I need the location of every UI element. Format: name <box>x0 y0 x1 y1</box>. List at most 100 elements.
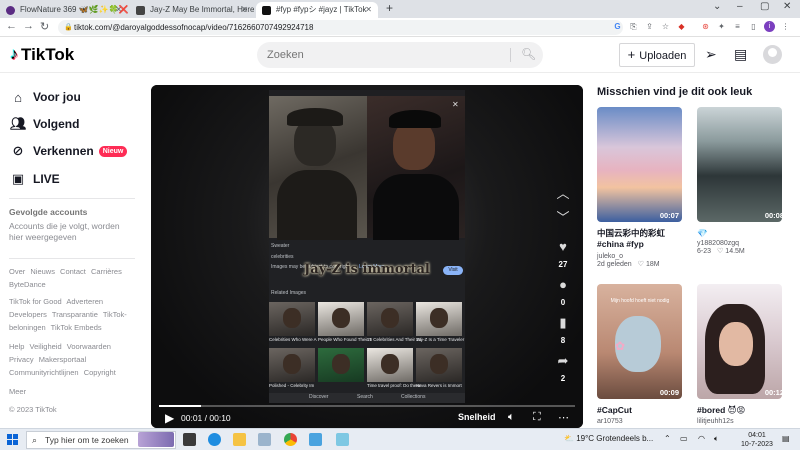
progress-bar[interactable] <box>159 405 575 407</box>
more-options-icon[interactable]: ⋯ <box>558 411 569 424</box>
close-tab-icon[interactable]: ✕ <box>115 2 122 18</box>
previous-video-chevron-icon[interactable]: ︿ <box>554 183 572 202</box>
sidebar-divider <box>9 198 135 199</box>
search-input[interactable] <box>267 46 507 64</box>
footer-link[interactable]: Privacy <box>9 355 34 364</box>
inbox-icon[interactable]: ▤ <box>734 46 747 63</box>
wifi-icon[interactable]: ◠ <box>698 434 705 443</box>
video-thumbnail[interactable] <box>697 284 782 399</box>
footer-link[interactable]: Over <box>9 267 25 276</box>
tab-jayz-article[interactable]: Jay-Z May Be Immortal, Here He ✕ <box>130 2 254 18</box>
volume-icon[interactable]: 🔈︎ <box>714 434 719 444</box>
video-player[interactable]: ✕ Sweater celebrities Images may be subj… <box>151 85 583 428</box>
network-icon[interactable]: ▭ <box>680 434 688 443</box>
back-arrow-icon[interactable]: ← <box>6 20 17 32</box>
footer-link[interactable]: Contact <box>60 267 86 276</box>
next-video-chevron-icon[interactable]: ﹀ <box>554 207 572 226</box>
volume-icon[interactable]: 🔈︎ <box>508 411 515 424</box>
upload-button[interactable]: + Uploaden <box>619 43 695 67</box>
footer-link[interactable]: Veiligheid <box>30 342 62 351</box>
address-bar[interactable]: 🔒 tiktok.com/@daroyalgoddessofnocap/vide… <box>58 20 623 35</box>
author-name[interactable]: juleko_o <box>597 253 623 260</box>
footer-link[interactable]: Nieuws <box>30 267 55 276</box>
bookmark-icon[interactable]: ▮ <box>554 315 572 331</box>
close-tab-icon[interactable]: ✕ <box>365 2 372 18</box>
footer-link[interactable]: Voorwaarden <box>67 342 111 351</box>
windows-start-icon[interactable] <box>7 434 18 445</box>
comment-icon[interactable]: ● <box>554 277 572 292</box>
chrome-icon[interactable] <box>284 433 297 446</box>
user-avatar[interactable] <box>763 45 782 64</box>
maximize-icon[interactable]: ▢ <box>760 1 769 12</box>
video-duration: 00:12 <box>764 388 784 397</box>
browser-menu-icon[interactable]: ⋮ <box>780 21 791 32</box>
task-view-icon[interactable] <box>183 433 196 446</box>
system-clock[interactable]: 04:01 10-7-2023 <box>740 431 774 449</box>
tab-flownature[interactable]: FlowNature 369 🦋🌿✨🍀❌🦋 ✕ <box>0 2 128 18</box>
like-heart-icon[interactable]: ♥ <box>554 239 572 254</box>
notifications-icon[interactable]: ▤ <box>782 434 790 443</box>
app-icon[interactable] <box>258 433 271 446</box>
tab-tiktok[interactable]: #fyp #fypシ #jayz | TikTok ✕ <box>256 2 378 18</box>
fullscreen-icon[interactable]: ⛶ <box>533 411 541 424</box>
new-tab-button[interactable]: + <box>386 1 393 15</box>
author-name[interactable]: lilitjeuhh12s <box>697 418 734 425</box>
play-icon[interactable]: ▶ <box>165 411 174 425</box>
browser-profile-avatar[interactable]: i <box>764 21 775 32</box>
extension-icon[interactable]: ◆ <box>676 21 687 32</box>
footer-link[interactable]: Carrières <box>91 267 122 276</box>
author-name[interactable]: ar10753 <box>597 418 623 425</box>
video-thumbnail[interactable] <box>597 107 682 222</box>
mail-icon[interactable] <box>309 433 322 446</box>
extension-red-icon[interactable]: ⊛ <box>700 21 711 32</box>
lock-icon: 🔒 <box>64 24 73 31</box>
author-name[interactable]: y1882080zgq <box>697 240 739 247</box>
sidebar-item-volgend[interactable]: 👥︎ Volgend <box>10 113 79 135</box>
translate-icon[interactable]: ⎘ <box>628 21 639 32</box>
footer-link[interactable]: Developers <box>9 310 47 319</box>
reload-icon[interactable]: ↻ <box>40 20 49 33</box>
footer-link[interactable]: Help <box>9 342 24 351</box>
thumb-caption: Polished - Celebrity Im <box>269 383 315 388</box>
footer-link[interactable]: Transparantie <box>52 310 98 319</box>
sidebar-item-verkennen[interactable]: ⊘ Verkennen Nieuw <box>10 140 128 162</box>
footer-link[interactable]: Communityrichtlijnen <box>9 368 79 377</box>
footer-link[interactable]: Copyright <box>84 368 116 377</box>
search-highlight-icon[interactable] <box>138 432 174 447</box>
footer-link[interactable]: TikTok for Good <box>9 297 62 306</box>
share-icon[interactable]: ⇪ <box>644 21 655 32</box>
footer-link[interactable]: TikTok Embeds <box>51 323 102 332</box>
edge-icon[interactable] <box>208 433 221 446</box>
reading-list-icon[interactable]: ≡ <box>732 21 743 32</box>
footer-link[interactable]: Adverteren <box>66 297 103 306</box>
app-icon[interactable] <box>336 433 349 446</box>
minimize-icon[interactable]: – <box>737 1 743 12</box>
weather-widget[interactable]: ⛅ 19°C Grotendeels b... <box>564 434 653 443</box>
google-lens-icon[interactable]: G <box>612 21 623 32</box>
search-bar[interactable]: 🔍︎ <box>257 42 543 68</box>
tray-chevron-icon[interactable]: ⌃ <box>664 434 671 443</box>
forward-arrow-icon[interactable]: → <box>23 20 34 32</box>
file-explorer-icon[interactable] <box>233 433 246 446</box>
speed-button[interactable]: Snelheid <box>458 412 496 422</box>
window-close-icon[interactable]: ✕ <box>783 1 791 12</box>
sidebar-item-voor-jou[interactable]: ⌂ Voor jou <box>10 86 81 108</box>
sidebar-item-live[interactable]: ▣ LIVE <box>10 168 60 190</box>
footer-more-link[interactable]: Meer <box>9 385 139 398</box>
bookmark-star-icon[interactable]: ☆ <box>660 21 671 32</box>
side-panel-icon[interactable]: ▯ <box>748 21 759 32</box>
video-frame: ✕ Sweater celebrities Images may be subj… <box>269 90 465 403</box>
tiktok-logo[interactable]: ♪ TikTok <box>10 45 74 65</box>
video-thumbnail[interactable]: ✿ Mijn hoofd hoeft niet nodig <box>597 284 682 399</box>
share-arrow-icon[interactable]: ➦ <box>554 353 572 369</box>
footer-link[interactable]: ByteDance <box>9 280 46 289</box>
send-message-icon[interactable]: ➢ <box>705 46 717 63</box>
thumb-caption: People Who Found Their T <box>318 337 372 342</box>
video-thumbnail[interactable] <box>697 107 782 222</box>
footer-link[interactable]: Makersportaal <box>39 355 87 364</box>
tab-search-chevron-icon[interactable]: ⌄ <box>713 1 721 12</box>
like-count: 27 <box>558 260 568 269</box>
extensions-puzzle-icon[interactable]: ✦ <box>716 21 727 32</box>
search-icon[interactable]: 🔍︎ <box>521 47 536 61</box>
close-tab-icon[interactable]: ✕ <box>241 2 248 18</box>
